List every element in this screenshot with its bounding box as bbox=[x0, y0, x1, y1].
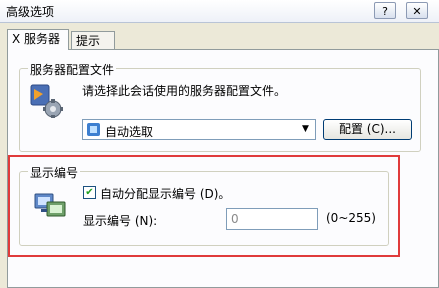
close-button[interactable]: ✕ bbox=[406, 2, 428, 19]
server-config-combo-value: 自动选取 bbox=[105, 125, 154, 139]
highlight-box bbox=[8, 155, 400, 257]
help-button[interactable]: ? bbox=[374, 2, 396, 19]
tab-x-server[interactable]: X 服务器 bbox=[7, 29, 69, 50]
config-button[interactable]: 配置 (C)... bbox=[323, 119, 412, 140]
title-bar: 高级选项 ? ✕ bbox=[0, 0, 439, 23]
window-title: 高级选项 bbox=[6, 5, 55, 19]
chevron-down-icon[interactable]: ▼ bbox=[297, 121, 314, 138]
server-config-icon bbox=[29, 83, 65, 119]
tab-tips[interactable]: 提示 bbox=[71, 31, 115, 51]
server-config-group-label: 服务器配置文件 bbox=[28, 61, 117, 78]
server-config-combo[interactable]: 自动选取 ▼ bbox=[82, 119, 316, 140]
auto-select-icon bbox=[86, 122, 101, 137]
server-config-description: 请选择此会话使用的服务器配置文件。 bbox=[82, 84, 287, 98]
